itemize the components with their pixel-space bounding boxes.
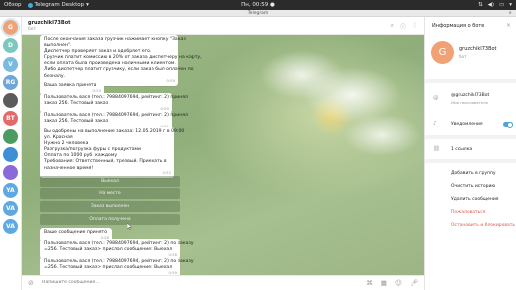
chat-list-item[interactable]: RG	[3, 75, 18, 90]
network-icon[interactable]: ⇅	[478, 2, 483, 8]
telegram-app-icon	[27, 2, 33, 8]
message-text-line: Либо диспетчер платит грузчику, если зак…	[44, 67, 194, 73]
message-text-line: заказ 256. Тестовый заказ	[44, 119, 109, 125]
mouse-cursor-icon	[126, 222, 132, 231]
bot-status: бот	[459, 54, 467, 59]
message-bubble[interactable]: Вы одобрены на выполнение заказа: 12.05.…	[40, 127, 184, 178]
message-text-line: Требования: Ответственный, трезвый. Прие…	[44, 159, 167, 165]
chat-list-item[interactable]: VA	[3, 219, 18, 234]
chat-list-item[interactable]: BT	[3, 111, 18, 126]
links-count[interactable]: 1 ссылка	[451, 147, 472, 152]
chat-list-item[interactable]: D	[3, 38, 18, 53]
notifications-toggle[interactable]	[503, 121, 513, 128]
chevron-down-icon: ▾	[86, 2, 89, 8]
search-icon[interactable]: ⌕	[391, 22, 394, 31]
battery-icon[interactable]: ▭	[499, 2, 504, 8]
inline-keyboard-button[interactable]: Заказ выполнен	[40, 201, 180, 212]
chat-list-item[interactable]	[3, 147, 18, 162]
window-title: Telegram	[247, 11, 269, 16]
divider	[425, 159, 516, 163]
close-icon[interactable]: ×	[506, 22, 511, 29]
chat-list-item[interactable]: VA	[3, 201, 18, 216]
divider	[425, 79, 516, 83]
chat-list: G D V RG BT YA VA VA	[0, 17, 22, 290]
chat-list-item[interactable]	[3, 129, 18, 144]
message-input[interactable]	[42, 280, 292, 285]
at-icon: @	[433, 95, 439, 101]
chat-list-item[interactable]: V	[3, 57, 18, 72]
keyboard-icon[interactable]: ▦	[381, 279, 387, 287]
bot-action-item[interactable]: Очистить историю	[451, 184, 495, 189]
volume-icon[interactable]: ◀)	[488, 2, 494, 8]
message-input-bar: ⊘ ⌘ ▦ ☺ 🎤︎	[22, 275, 424, 290]
chat-title[interactable]: gruzchikI73Bot	[28, 20, 71, 26]
info-panel-title: Информация о боте	[432, 23, 485, 29]
message-bubble[interactable]: После окончания заказа грузчик нажимает …	[40, 35, 202, 86]
message-bubble[interactable]: Пользователь вася (тел.: 79884097694, ре…	[40, 257, 194, 275]
chat-status: бот	[28, 27, 37, 32]
close-window-icon[interactable]: ×	[508, 10, 512, 17]
inline-keyboard-button[interactable]: На месте	[40, 188, 180, 199]
message-text-line: назначенное время!	[44, 165, 94, 171]
os-top-bar: Обзор Telegram Desktop ▾ Пн, 00:59 ● ⇅ ◀…	[0, 0, 516, 10]
message-text-line: =256. Тестовый заказ> прислал сообщение:…	[44, 265, 173, 271]
chat-list-item[interactable]: YA	[3, 183, 18, 198]
microphone-icon[interactable]: 🎤︎	[410, 279, 418, 287]
bot-action-item[interactable]: Добавить в группу	[451, 171, 496, 176]
link-icon: ⛓	[433, 146, 440, 152]
window-title-bar: Telegram ×	[0, 10, 516, 17]
power-menu-icon[interactable]: ▾	[509, 2, 512, 8]
app-menu[interactable]: Telegram Desktop ▾	[27, 2, 89, 8]
attach-icon[interactable]: ⊘	[28, 279, 34, 287]
overview-button[interactable]: Обзор	[4, 2, 22, 8]
chat-list-item[interactable]	[3, 165, 18, 180]
message-text-line: Ваше сообщение принято	[44, 230, 108, 235]
message-text-line: безналу.	[44, 73, 66, 79]
chat-list-item[interactable]	[3, 93, 18, 108]
bot-action-item[interactable]: Пожаловаться	[451, 210, 485, 215]
message-text-line: =256. Тестовый заказ> прислал сообщение:…	[44, 247, 173, 253]
info-icon[interactable]: ⓘ	[400, 22, 406, 31]
inline-keyboard-button[interactable]: Оплата получена	[40, 214, 180, 225]
app-menu-label: Telegram Desktop	[34, 2, 85, 8]
bot-action-item[interactable]: Удалить сообщения	[451, 197, 498, 202]
more-icon[interactable]: ⋮	[412, 22, 418, 31]
bot-commands-icon[interactable]: ⌘	[366, 279, 373, 287]
chat-list-item[interactable]: G	[1, 18, 20, 37]
bot-username[interactable]: @gruzchikI73Bot	[451, 93, 489, 98]
bot-info-panel: Информация о боте × G gruzchikI73Bot бот…	[424, 17, 516, 290]
message-text-line: заказ 256. Тестовый заказ	[44, 101, 109, 107]
message-time: 0:59	[166, 78, 175, 84]
chat-header: gruzchikI73Bot бот ⌕ ⓘ ⋮	[22, 17, 424, 35]
divider	[425, 135, 516, 139]
inline-keyboard-button[interactable]: Выехал	[40, 176, 180, 187]
notifications-label: Уведомления	[451, 122, 483, 127]
chat-messages-area[interactable]: После окончания заказа грузчик нажимает …	[22, 35, 424, 275]
bot-avatar[interactable]: G	[431, 41, 454, 64]
bell-icon: ♪	[433, 121, 437, 127]
username-label: Имя пользователя	[451, 100, 488, 105]
bot-action-item[interactable]: Остановить и блокировать	[451, 223, 515, 228]
bot-name: gruzchikI73Bot	[459, 46, 497, 52]
emoji-icon[interactable]: ☺	[395, 279, 402, 287]
